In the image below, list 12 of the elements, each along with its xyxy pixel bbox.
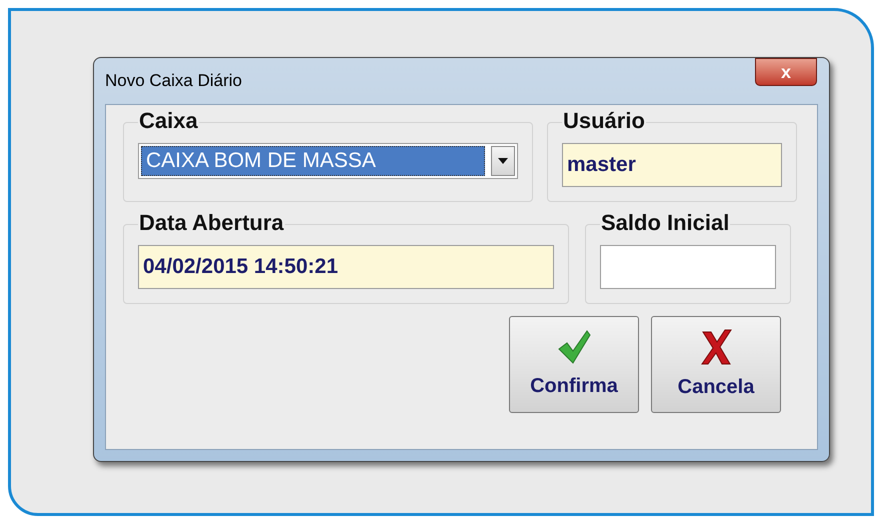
input-field[interactable] xyxy=(600,245,776,289)
text-field[interactable]: 04/02/2015 14:50:21 xyxy=(138,245,554,289)
text-field[interactable]: master xyxy=(562,143,782,187)
dialog-button[interactable]: Confirma xyxy=(509,316,639,413)
dropdown-value: CAIXA BOM DE MASSA xyxy=(141,146,485,176)
dropdown[interactable]: CAIXA BOM DE MASSA xyxy=(138,143,518,179)
caret-down-icon xyxy=(498,158,508,164)
window-title: Novo Caixa Diário xyxy=(105,70,242,92)
checkmark-icon xyxy=(557,328,591,364)
x-mark-icon xyxy=(699,328,733,366)
dialog-button[interactable]: Cancela xyxy=(651,316,781,413)
dropdown-button[interactable] xyxy=(491,146,515,176)
